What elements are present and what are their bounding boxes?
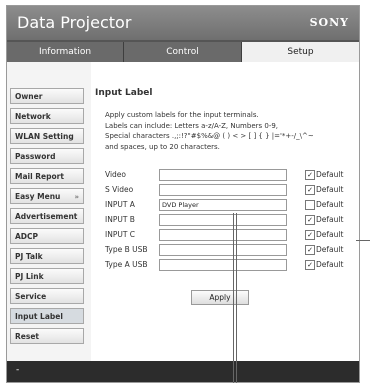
description-line: Labels can include: Letters a-z/A-Z, Num… — [105, 121, 279, 130]
sidebar-item-reset[interactable]: Reset — [10, 328, 84, 344]
row-label-video: Video — [105, 170, 127, 179]
sidebar-item-mail-report[interactable]: Mail Report — [10, 168, 84, 184]
default-label: Default — [316, 185, 344, 194]
callout-line-inputs-2 — [236, 213, 237, 383]
sidebar-item-label: Password — [15, 152, 56, 161]
expand-chevron-icon: » — [74, 193, 79, 201]
default-label: Default — [316, 170, 344, 179]
tab-information[interactable]: Information — [7, 42, 124, 62]
sidebar-item-label: Network — [15, 112, 51, 121]
sidebar-item-label: ADCP — [15, 232, 39, 241]
video-label-input[interactable] — [159, 169, 287, 181]
default-label: Default — [316, 245, 344, 254]
description: Apply custom labels for the input termin… — [105, 110, 314, 152]
sidebar-item-network[interactable]: Network — [10, 108, 84, 124]
sidebar-item-input-label[interactable]: Input Label — [10, 308, 84, 324]
default-checkbox-input-c[interactable]: ✓ — [305, 230, 315, 240]
default-label: Default — [316, 200, 344, 209]
default-checkbox-input-b[interactable]: ✓ — [305, 215, 315, 225]
default-checkbox-video[interactable]: ✓ — [305, 170, 315, 180]
type-b-usb-label-input[interactable] — [159, 244, 287, 256]
sidebar-item-label: Mail Report — [15, 172, 64, 181]
main-content: Input Label Apply custom labels for the … — [91, 62, 359, 361]
sidebar-item-easy-menu[interactable]: Easy Menu » — [10, 188, 84, 204]
default-label: Default — [316, 260, 344, 269]
callout-line-defaults — [356, 240, 370, 241]
default-label: Default — [316, 230, 344, 239]
row-label-input-b: INPUT B — [105, 215, 135, 224]
sidebar-item-label: Service — [15, 292, 47, 301]
default-checkbox-type-b-usb[interactable]: ✓ — [305, 245, 315, 255]
row-label-input-a: INPUT A — [105, 200, 135, 209]
sidebar-item-label: Reset — [15, 332, 39, 341]
tab-setup[interactable]: Setup — [242, 42, 359, 62]
browser-frame: Data Projector SONY Information Control … — [6, 5, 360, 383]
sidebar-item-label: PJ Link — [15, 272, 44, 281]
apply-button[interactable]: Apply — [191, 290, 249, 305]
brand-logo: SONY — [309, 16, 349, 29]
header-bar: Data Projector SONY — [7, 6, 359, 40]
input-a-label-input[interactable]: DVD Player — [159, 199, 287, 211]
sidebar: Owner information Network WLAN Setting P… — [7, 62, 91, 361]
page-title: Input Label — [95, 88, 153, 98]
sidebar-item-owner-information[interactable]: Owner information — [10, 88, 84, 117]
description-line: Apply custom labels for the input termin… — [105, 111, 259, 119]
sidebar-item-label: Advertisement — [15, 212, 78, 221]
footer-text: - — [16, 365, 20, 375]
description-line: and spaces, up to 20 characters. — [105, 142, 220, 151]
input-b-label-input[interactable] — [159, 214, 287, 226]
tab-control[interactable]: Control — [124, 42, 242, 62]
sidebar-item-label: PJ Talk — [15, 252, 43, 261]
row-label-s-video: S Video — [105, 185, 134, 194]
sidebar-item-label: Input Label — [15, 312, 63, 321]
default-label: Default — [316, 215, 344, 224]
sidebar-item-label: Easy Menu — [15, 192, 61, 201]
type-a-usb-label-input[interactable] — [159, 259, 287, 271]
row-label-input-c: INPUT C — [105, 230, 136, 239]
row-label-type-a-usb: Type A USB — [105, 260, 148, 269]
default-checkbox-s-video[interactable]: ✓ — [305, 185, 315, 195]
tab-bar: Information Control Setup — [7, 40, 359, 62]
description-line: Special characters .,;:!?"#$%&@ ( ) < > … — [105, 132, 314, 140]
default-checkbox-input-a[interactable] — [305, 200, 315, 210]
status-footer: - — [7, 361, 359, 382]
default-checkbox-type-a-usb[interactable]: ✓ — [305, 260, 315, 270]
sidebar-item-label: WLAN Setting — [15, 132, 74, 141]
sidebar-item-adcp[interactable]: ADCP — [10, 228, 84, 244]
callout-line-inputs — [233, 213, 234, 383]
s-video-label-input[interactable] — [159, 184, 287, 196]
sidebar-item-service[interactable]: Service — [10, 288, 84, 304]
input-c-label-input[interactable] — [159, 229, 287, 241]
sidebar-item-pj-talk[interactable]: PJ Talk — [10, 248, 84, 264]
sidebar-item-pj-link[interactable]: PJ Link — [10, 268, 84, 284]
sidebar-item-advertisement[interactable]: Advertisement — [10, 208, 84, 224]
app-title: Data Projector — [17, 13, 132, 32]
sidebar-item-password[interactable]: Password — [10, 148, 84, 164]
sidebar-item-wlan-setting[interactable]: WLAN Setting — [10, 128, 84, 144]
row-label-type-b-usb: Type B USB — [105, 245, 148, 254]
